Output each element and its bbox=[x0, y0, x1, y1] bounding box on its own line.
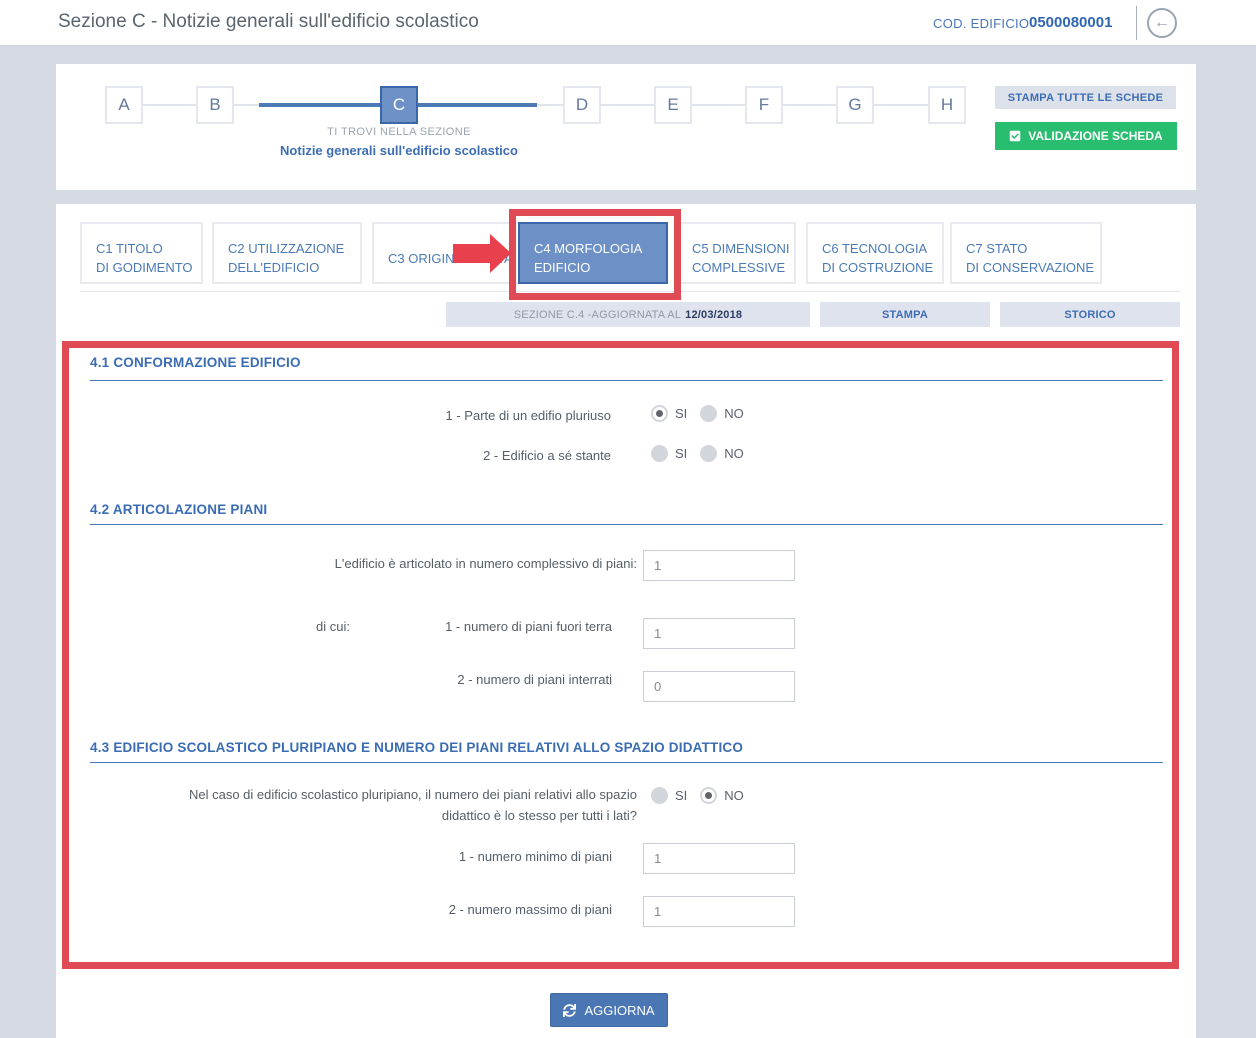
arrow-left-icon: ← bbox=[1154, 14, 1170, 31]
tab-c7-stato-di-conservazione[interactable]: C7 STATODI CONSERVAZIONE bbox=[950, 222, 1102, 284]
input-numero-complessivo-piani[interactable] bbox=[643, 550, 795, 581]
field-label-numero-massimo-piani: 2 - numero massimo di piani bbox=[90, 899, 612, 920]
step-e[interactable]: E bbox=[654, 86, 692, 124]
stepper-connector bbox=[692, 104, 745, 106]
main-panel: C1 TITOLODI GODIMENTO C2 UTILIZZAZIONEDE… bbox=[56, 204, 1196, 1038]
stepper-connector bbox=[537, 104, 563, 106]
radio-si[interactable] bbox=[651, 445, 668, 462]
step-b[interactable]: B bbox=[196, 86, 234, 124]
top-header: Sezione C - Notizie generali sull'edific… bbox=[0, 0, 1256, 46]
field-label-piani-fuori-terra: 1 - numero di piani fuori terra bbox=[90, 616, 612, 637]
stepper-caption: TI TROVI NELLA SEZIONE Notizie generali … bbox=[199, 126, 599, 158]
radio-si[interactable] bbox=[651, 787, 668, 804]
tab-c2-utilizzazione-edificio[interactable]: C2 UTILIZZAZIONEDELL'EDIFICIO bbox=[212, 222, 362, 284]
tab-c6-tecnologia-di-costruzione[interactable]: C6 TECNOLOGIADI COSTRUZIONE bbox=[806, 222, 944, 284]
radio-no[interactable] bbox=[700, 445, 717, 462]
radio-no-label: NO bbox=[724, 788, 744, 803]
section-updated-date: 12/03/2018 bbox=[685, 309, 742, 321]
update-button-label: AGGIORNA bbox=[584, 1003, 654, 1018]
step-h[interactable]: H bbox=[928, 86, 966, 124]
field-label-parte-pluriuso: 1 - Parte di un edifio pluriuso bbox=[90, 405, 611, 426]
radio-si[interactable] bbox=[651, 405, 668, 422]
stepper-connector bbox=[783, 104, 836, 106]
stepper-connector bbox=[601, 104, 654, 106]
you-are-here-label: TI TROVI NELLA SEZIONE bbox=[199, 126, 599, 138]
tab-c4-morfologia-edificio[interactable]: C4 MORFOLOGIAEDIFICIO bbox=[518, 222, 668, 284]
section-43-divider bbox=[90, 762, 1163, 763]
back-button[interactable]: ← bbox=[1147, 8, 1177, 38]
annotation-arrow-head-icon bbox=[490, 234, 511, 273]
radio-group-parte-pluriuso: SI NO bbox=[651, 405, 744, 422]
radio-no-label: NO bbox=[724, 406, 744, 421]
stepper-connector-active bbox=[418, 103, 537, 107]
step-d[interactable]: D bbox=[563, 86, 601, 124]
field-label-numero-minimo-piani: 1 - numero minimo di piani bbox=[90, 846, 612, 867]
radio-no-label: NO bbox=[724, 446, 744, 461]
stepper-panel: A B C D E F G H TI TROVI NELLA SEZIONE N… bbox=[56, 64, 1196, 190]
current-section-name: Notizie generali sull'edificio scolastic… bbox=[199, 143, 599, 158]
validate-sheet-button[interactable]: VALIDAZIONE SCHEDA bbox=[995, 122, 1177, 150]
tab-c1-titolo-di-godimento[interactable]: C1 TITOLODI GODIMENTO bbox=[80, 222, 203, 284]
field-label-numero-complessivo-piani: L'edificio è articolato in numero comple… bbox=[90, 553, 637, 574]
section-41-title: 4.1 CONFORMAZIONE EDIFICIO bbox=[90, 355, 301, 370]
building-code-label: COD. EDIFICIO bbox=[933, 16, 1029, 31]
print-all-sheets-button[interactable]: STAMPA TUTTE LE SCHEDE bbox=[995, 86, 1176, 109]
radio-si-label: SI bbox=[675, 446, 687, 461]
building-code-value: 0500080001 bbox=[1029, 14, 1112, 31]
input-numero-massimo-piani[interactable] bbox=[643, 896, 795, 927]
update-button[interactable]: AGGIORNA bbox=[550, 993, 668, 1027]
input-numero-minimo-piani[interactable] bbox=[643, 843, 795, 874]
annotation-arrow-icon bbox=[453, 244, 491, 263]
field-label-pluripiano-question: Nel caso di edificio scolastico pluripia… bbox=[90, 784, 637, 826]
history-button[interactable]: STORICO bbox=[1000, 302, 1180, 327]
input-piani-interrati[interactable] bbox=[643, 671, 795, 702]
stepper-connector bbox=[874, 104, 928, 106]
radio-no[interactable] bbox=[700, 787, 717, 804]
refresh-icon bbox=[563, 1004, 576, 1017]
check-square-icon bbox=[1009, 130, 1021, 142]
field-label-edificio-se-stante: 2 - Edificio a sé stante bbox=[90, 445, 611, 466]
radio-si-label: SI bbox=[675, 406, 687, 421]
step-g[interactable]: G bbox=[836, 86, 874, 124]
header-divider bbox=[1136, 6, 1137, 40]
validate-sheet-label: VALIDAZIONE SCHEDA bbox=[1028, 129, 1162, 143]
section-41-divider bbox=[90, 380, 1163, 381]
section-43-title: 4.3 EDIFICIO SCOLASTICO PLURIPIANO E NUM… bbox=[90, 740, 743, 755]
radio-no[interactable] bbox=[700, 405, 717, 422]
section-42-title: 4.2 ARTICOLAZIONE PIANI bbox=[90, 502, 267, 517]
section-updated-info: SEZIONE C.4 -AGGIORNATA AL 12/03/2018 bbox=[446, 302, 810, 327]
section-42-divider bbox=[90, 524, 1163, 525]
step-a[interactable]: A bbox=[105, 86, 143, 124]
radio-group-pluripiano-question: SI NO bbox=[651, 787, 744, 804]
field-label-piani-interrati: 2 - numero di piani interrati bbox=[90, 669, 612, 690]
step-c[interactable]: C bbox=[380, 86, 418, 124]
tab-c5-dimensioni-complessive[interactable]: C5 DIMENSIONICOMPLESSIVE bbox=[676, 222, 796, 284]
stepper-connector bbox=[234, 104, 259, 106]
input-piani-fuori-terra[interactable] bbox=[643, 618, 795, 649]
print-button[interactable]: STAMPA bbox=[820, 302, 990, 327]
annotation-box-form bbox=[62, 341, 1179, 969]
stepper-connector-active bbox=[259, 103, 380, 107]
page-title: Sezione C - Notizie generali sull'edific… bbox=[58, 11, 479, 33]
tabs-separator bbox=[80, 291, 1180, 292]
step-f[interactable]: F bbox=[745, 86, 783, 124]
radio-si-label: SI bbox=[675, 788, 687, 803]
radio-group-edificio-se-stante: SI NO bbox=[651, 445, 744, 462]
stepper-connector bbox=[143, 104, 196, 106]
